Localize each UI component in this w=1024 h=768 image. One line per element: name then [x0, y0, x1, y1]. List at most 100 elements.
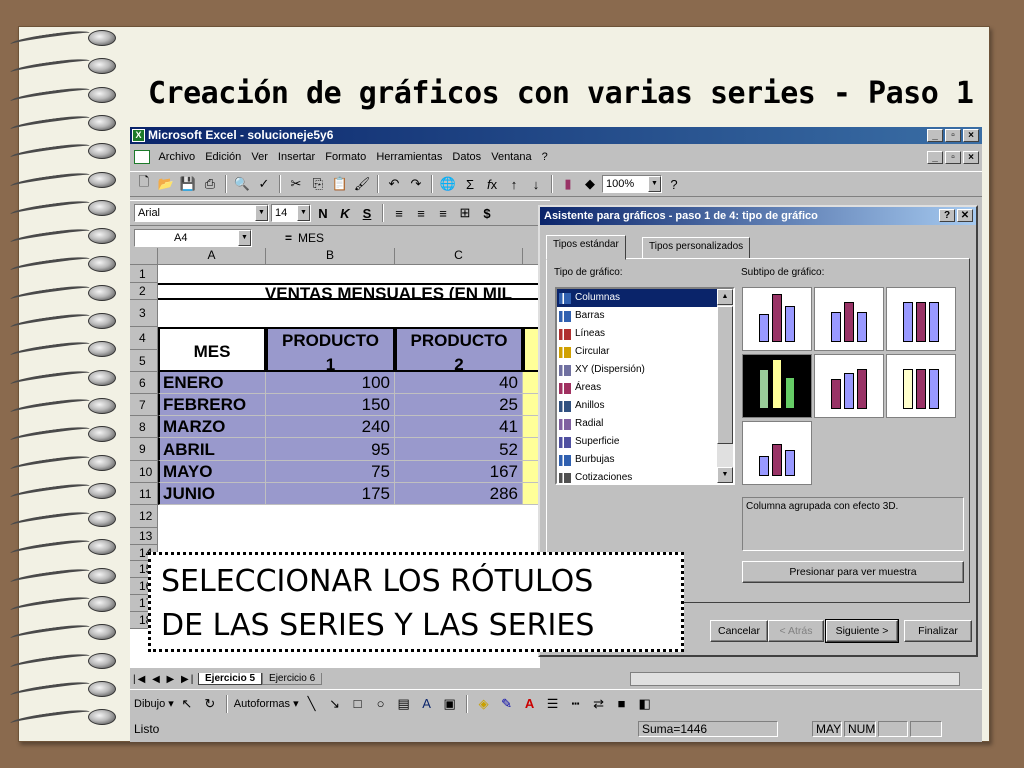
chevron-down-icon[interactable]: ▼: [238, 230, 251, 246]
cell-mes[interactable]: FEBRERO: [158, 394, 266, 416]
minimize-button[interactable]: _: [927, 129, 943, 142]
tab-standard-types[interactable]: Tipos estándar: [546, 235, 626, 260]
copy-icon[interactable]: ⎘: [308, 174, 328, 194]
row-header[interactable]: 3: [130, 300, 158, 327]
merge-center-icon[interactable]: ⊞: [455, 203, 475, 223]
doc-minimize-button[interactable]: _: [927, 151, 943, 164]
line-style-icon[interactable]: ☰: [543, 694, 563, 714]
align-center-icon[interactable]: ≡: [411, 203, 431, 223]
cell-producto-2[interactable]: 41: [395, 416, 523, 438]
menu-insertar[interactable]: Insertar: [278, 151, 315, 163]
chart-type-item[interactable]: Columnas: [557, 289, 717, 307]
cell-producto-2[interactable]: 25: [395, 394, 523, 416]
paste-icon[interactable]: 📋: [330, 174, 350, 194]
line-color-icon[interactable]: ✎: [497, 694, 517, 714]
font-select[interactable]: Arial ▼: [134, 204, 269, 222]
cut-icon[interactable]: ✂: [286, 174, 306, 194]
table-title-cell[interactable]: VENTAS MENSUALES (EN MIL: [158, 283, 540, 300]
oval-icon[interactable]: ○: [371, 694, 391, 714]
preview-button[interactable]: Presionar para ver muestra: [742, 561, 964, 583]
chart-subtype-thumb[interactable]: [886, 354, 956, 418]
cell-producto-2[interactable]: 167: [395, 461, 523, 483]
fill-color-icon[interactable]: ◈: [474, 694, 494, 714]
name-box[interactable]: A4 ▼: [134, 229, 252, 247]
doc-restore-button[interactable]: ▫: [945, 151, 961, 164]
font-color-icon[interactable]: A: [520, 694, 540, 714]
chevron-down-icon[interactable]: ▼: [648, 176, 661, 192]
row-header[interactable]: 7: [130, 394, 158, 416]
chart-subtype-thumb[interactable]: [742, 287, 812, 351]
chart-type-item[interactable]: Barras: [557, 307, 717, 325]
cell-mes[interactable]: ABRIL: [158, 438, 266, 461]
chart-wizard-icon[interactable]: ▮: [558, 174, 578, 194]
redo-icon[interactable]: ↷: [406, 174, 426, 194]
italic-icon[interactable]: K: [335, 203, 355, 223]
chart-type-item[interactable]: XY (Dispersión): [557, 361, 717, 379]
undo-icon[interactable]: ↶: [384, 174, 404, 194]
save-icon[interactable]: 💾: [178, 174, 198, 194]
chart-type-item[interactable]: Superficie: [557, 433, 717, 451]
rotate-icon[interactable]: ↻: [200, 694, 220, 714]
cell-producto-1[interactable]: 175: [266, 483, 395, 505]
close-button[interactable]: ×: [963, 129, 979, 142]
chart-type-item[interactable]: Anillos: [557, 397, 717, 415]
wordart-icon[interactable]: A: [417, 694, 437, 714]
menu-archivo[interactable]: Archivo: [158, 151, 195, 163]
chart-type-item[interactable]: Burbujas: [557, 451, 717, 469]
formula-input[interactable]: MES: [298, 231, 324, 245]
menu-formato[interactable]: Formato: [325, 151, 366, 163]
tab-ejercicio-5[interactable]: Ejercicio 5: [198, 673, 263, 685]
row-header[interactable]: 2: [130, 283, 158, 300]
chart-type-item[interactable]: Áreas: [557, 379, 717, 397]
column-header[interactable]: A: [158, 248, 266, 265]
font-size-select[interactable]: 14 ▼: [271, 204, 311, 222]
row-header[interactable]: 5: [130, 350, 158, 372]
cell-producto-1[interactable]: 100: [266, 372, 395, 394]
restore-button[interactable]: ▫: [945, 129, 961, 142]
chart-type-item[interactable]: Cotizaciones: [557, 469, 717, 483]
chart-subtype-thumb[interactable]: [814, 354, 884, 418]
sort-asc-icon[interactable]: ↑: [504, 174, 524, 194]
print-icon[interactable]: ⎙: [200, 174, 220, 194]
chart-subtype-thumb[interactable]: [742, 354, 812, 418]
column-header[interactable]: C: [395, 248, 523, 265]
chart-subtype-thumb[interactable]: [742, 421, 812, 485]
shadow-icon[interactable]: ■: [612, 694, 632, 714]
cell-producto-2[interactable]: 52: [395, 438, 523, 461]
tab-scroll-icons[interactable]: |◀ ◀ ▶ ▶|: [130, 674, 198, 685]
row-header[interactable]: 11: [130, 483, 158, 505]
cell-producto-1[interactable]: 75: [266, 461, 395, 483]
chart-subtype-thumb[interactable]: [886, 287, 956, 351]
cell-mes[interactable]: MARZO: [158, 416, 266, 438]
row-header[interactable]: 1: [130, 265, 158, 283]
format-painter-icon[interactable]: 🖌: [352, 174, 372, 194]
pointer-icon[interactable]: ↖: [177, 694, 197, 714]
row-header[interactable]: 9: [130, 438, 158, 461]
row-header[interactable]: 10: [130, 461, 158, 483]
column-header[interactable]: B: [266, 248, 395, 265]
cell-producto-2[interactable]: 40: [395, 372, 523, 394]
open-icon[interactable]: 📂: [156, 174, 176, 194]
chevron-down-icon[interactable]: ▼: [255, 205, 268, 221]
chart-subtype-thumb[interactable]: [814, 287, 884, 351]
bold-icon[interactable]: N: [313, 203, 333, 223]
cell-mes[interactable]: ENERO: [158, 372, 266, 394]
arrow-style-icon[interactable]: ⇄: [589, 694, 609, 714]
finish-button[interactable]: Finalizar: [904, 620, 972, 642]
menu-ver[interactable]: Ver: [251, 151, 268, 163]
cell-mes[interactable]: JUNIO: [158, 483, 266, 505]
row-header[interactable]: 6: [130, 372, 158, 394]
header-mes[interactable]: MES: [158, 327, 266, 372]
tab-ejercicio-6[interactable]: Ejercicio 6: [262, 673, 323, 685]
row-header[interactable]: 13: [130, 528, 158, 545]
3d-icon[interactable]: ◧: [635, 694, 655, 714]
header-producto-1[interactable]: PRODUCTO 1: [266, 327, 395, 372]
function-icon[interactable]: fx: [482, 174, 502, 194]
chart-type-item[interactable]: Radial: [557, 415, 717, 433]
select-all-corner[interactable]: [130, 248, 158, 265]
menu-herramientas[interactable]: Herramientas: [376, 151, 442, 163]
scroll-up-icon[interactable]: ▲: [717, 289, 733, 305]
spelling-icon[interactable]: ✓: [254, 174, 274, 194]
underline-icon[interactable]: S: [357, 203, 377, 223]
horizontal-scrollbar[interactable]: [630, 672, 960, 686]
